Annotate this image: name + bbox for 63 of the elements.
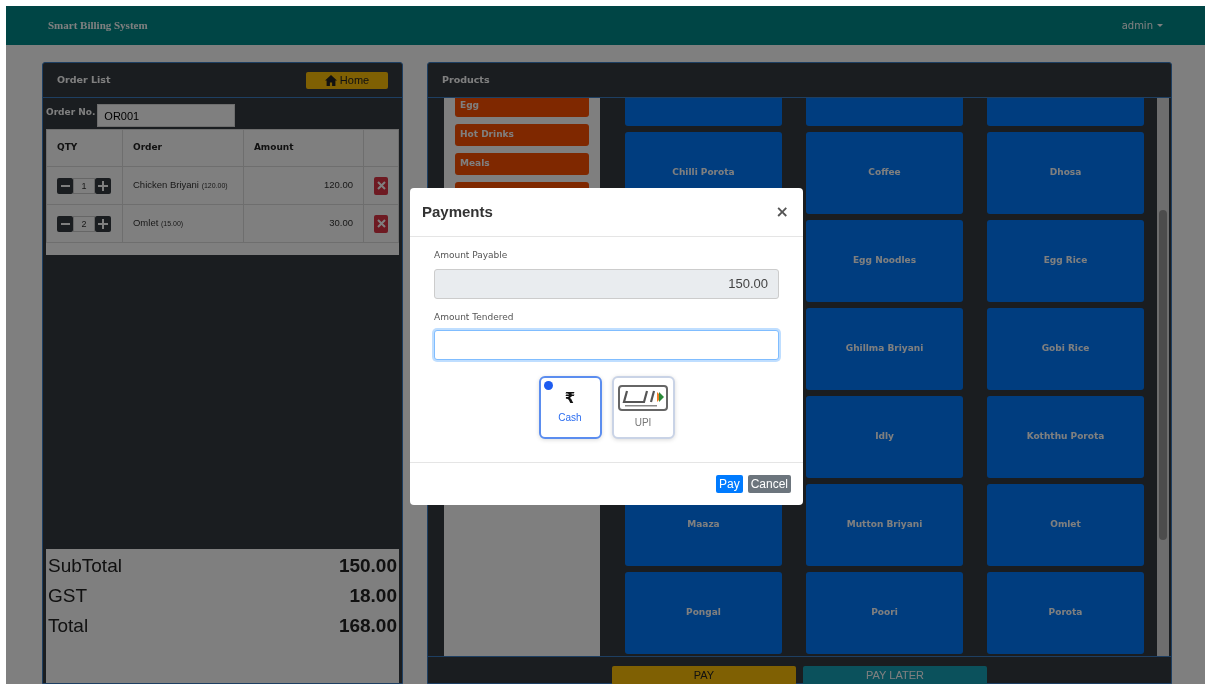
plus-icon	[98, 218, 108, 229]
home-icon	[324, 74, 337, 86]
upi-logo-icon	[618, 385, 668, 411]
product-tile[interactable]: Coffee	[806, 132, 963, 214]
table-cell: 30.00	[243, 204, 364, 243]
home-button[interactable]: Home	[306, 71, 388, 89]
product-tile[interactable]: Egg Rice	[987, 220, 1144, 302]
quantity-field[interactable]: 2	[73, 215, 95, 232]
order-number-field[interactable]: OR001	[97, 104, 236, 127]
cancel-button[interactable]: Cancel	[747, 475, 791, 493]
plus-button[interactable]	[95, 215, 111, 232]
caret-icon	[1157, 24, 1163, 27]
product-tile[interactable]: Idly	[806, 396, 963, 478]
total-label: SubTotal	[48, 554, 122, 578]
product-tile[interactable]: Pongal	[625, 572, 782, 654]
product-tile[interactable]: Koththu Porota	[987, 396, 1144, 478]
user-menu[interactable]: admin	[1121, 18, 1163, 33]
minus-button[interactable]	[57, 177, 73, 194]
radio-dot	[543, 381, 553, 390]
rupee-icon: ₹	[564, 390, 576, 406]
product-tile[interactable]: Gobi Rice	[987, 308, 1144, 390]
total-value: 150.00	[338, 554, 397, 578]
dialog-title: Payments	[422, 201, 493, 222]
product-tile[interactable]: Ghillma Briyani	[806, 308, 963, 390]
brand-title: Smart Billing System	[48, 18, 148, 34]
product-tile[interactable]: Egg Noodles	[806, 220, 963, 302]
pay-button[interactable]: Pay	[715, 475, 743, 493]
pay-later-button[interactable]: PAY LATER	[803, 666, 987, 684]
product-tile[interactable]: Dhosa	[987, 132, 1144, 214]
input-field[interactable]: 150.00	[434, 268, 779, 299]
column-header: Order	[122, 129, 244, 167]
scrollbar[interactable]	[1157, 98, 1169, 656]
pay-button[interactable]: PAY	[612, 666, 796, 684]
payment-option[interactable]: UPI	[611, 376, 675, 439]
product-tile[interactable]: Porota	[987, 572, 1144, 654]
minus-button[interactable]	[57, 215, 73, 232]
total-value: 168.00	[338, 614, 397, 638]
category-button[interactable]: Egg	[455, 98, 589, 117]
close-icon	[376, 181, 386, 190]
column-header: Amount	[243, 129, 364, 167]
column-header: QTY	[46, 129, 123, 167]
panel-title: Order List	[57, 72, 111, 87]
table-cell: 120.00	[243, 166, 364, 205]
field-label: Amount Payable	[434, 249, 509, 262]
product-tile[interactable]: Poori	[806, 572, 963, 654]
category-button[interactable]: Hot Drinks	[455, 124, 589, 146]
input-field[interactable]	[434, 330, 779, 360]
plus-icon	[98, 180, 108, 191]
delete-button[interactable]	[374, 176, 388, 195]
category-button[interactable]: Meals	[455, 153, 589, 175]
total-value: 18.00	[349, 584, 397, 608]
payment-option[interactable]: ₹ Cash	[538, 376, 602, 439]
product-tile[interactable]: Omlet	[987, 484, 1144, 566]
total-label: Total	[48, 614, 89, 638]
delete-button[interactable]	[374, 214, 388, 233]
plus-button[interactable]	[95, 177, 111, 194]
close-icon	[376, 219, 386, 228]
product-tile[interactable]: Mutton Briyani	[806, 484, 963, 566]
panel-title: Products	[442, 72, 490, 87]
field-label: Amount Tendered	[434, 310, 515, 324]
quantity-field[interactable]: 1	[73, 177, 95, 194]
field-label: Order No.	[46, 106, 96, 119]
total-label: GST	[48, 584, 88, 608]
